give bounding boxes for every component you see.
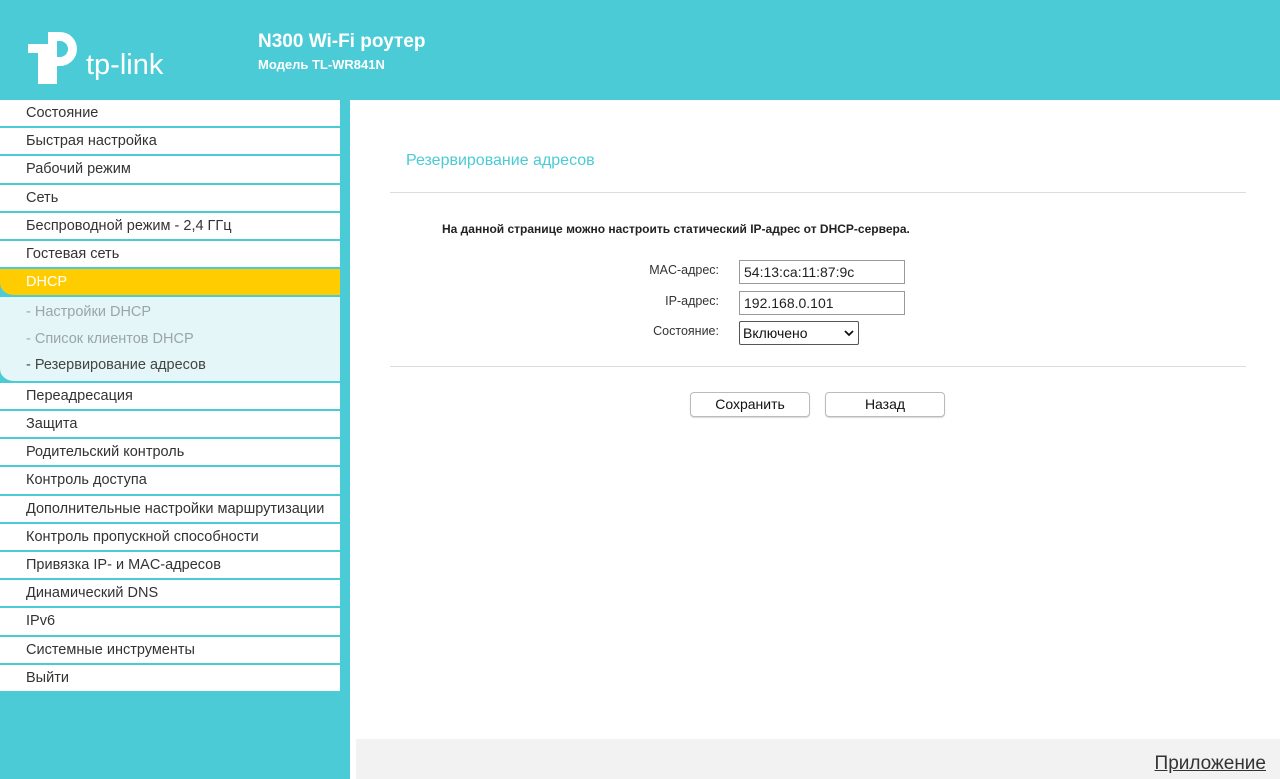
header: tp-link N300 Wi-Fi роутер Модель TL-WR84… — [0, 0, 1280, 100]
page-title: Резервирование адресов — [406, 152, 595, 169]
sidebar-item-bandwidth-control[interactable]: Контроль пропускной способности — [0, 523, 340, 552]
save-button[interactable]: Сохранить — [690, 392, 810, 417]
mac-label: MAC-адрес: — [649, 263, 719, 277]
sidebar-item-parental-control[interactable]: Родительский контроль — [0, 439, 340, 468]
divider — [390, 366, 1246, 367]
sidebar-item-ddns[interactable]: Динамический DNS — [0, 580, 340, 609]
status-select-value: Включено — [743, 325, 808, 341]
sidebar: Состояние Быстрая настройка Рабочий режи… — [0, 100, 350, 779]
sidebar-item-wireless[interactable]: Беспроводной режим - 2,4 ГГц — [0, 212, 340, 241]
main-content: Резервирование адресов На данной страниц… — [350, 100, 1280, 779]
sidebar-item-network[interactable]: Сеть — [0, 184, 340, 213]
dhcp-submenu: - Настройки DHCP - Список клиентов DHCP … — [0, 297, 340, 383]
status-label: Состояние: — [653, 324, 719, 338]
sidebar-item-system-tools[interactable]: Системные инструменты — [0, 636, 340, 665]
sidebar-item-security[interactable]: Защита — [0, 411, 340, 440]
sidebar-item-guest-network[interactable]: Гостевая сеть — [0, 240, 340, 270]
sidebar-item-access-control[interactable]: Контроль доступа — [0, 467, 340, 496]
status-select[interactable]: Включено — [739, 321, 859, 345]
sidebar-menu: Состояние Быстрая настройка Рабочий режи… — [0, 100, 340, 693]
sidebar-item-advanced-routing[interactable]: Дополнительные настройки маршрутизации — [0, 495, 340, 524]
sidebar-item-logout[interactable]: Выйти — [0, 664, 340, 693]
sidebar-subitem-address-reservation[interactable]: - Резервирование адресов — [0, 352, 340, 379]
logo-text: tp-link — [86, 49, 164, 81]
sidebar-item-operation-mode[interactable]: Рабочий режим — [0, 156, 340, 185]
sidebar-item-ipv6[interactable]: IPv6 — [0, 608, 340, 637]
app-link[interactable]: Приложение — [1155, 753, 1266, 775]
sidebar-item-ip-mac-binding[interactable]: Привязка IP- и MAC-адресов — [0, 551, 340, 581]
tp-link-logo: tp-link — [24, 28, 184, 88]
sidebar-item-status[interactable]: Состояние — [0, 100, 340, 129]
sidebar-item-dhcp[interactable]: DHCP — [0, 269, 340, 298]
chevron-down-icon — [844, 330, 854, 337]
page-description: На данной странице можно настроить стати… — [442, 222, 910, 236]
ip-address-input[interactable] — [739, 291, 905, 315]
sidebar-subitem-dhcp-clients[interactable]: - Список клиентов DHCP — [0, 326, 340, 353]
sidebar-item-forwarding[interactable]: Переадресация — [0, 382, 340, 411]
mac-address-input[interactable] — [739, 260, 905, 284]
footer: Приложение — [356, 739, 1280, 779]
back-button[interactable]: Назад — [825, 392, 945, 417]
model-subtitle: Модель TL-WR841N — [258, 57, 385, 72]
sidebar-item-quick-setup[interactable]: Быстрая настройка — [0, 128, 340, 157]
divider — [390, 192, 1246, 193]
ip-label: IP-адрес: — [665, 294, 719, 308]
model-title: N300 Wi-Fi роутер — [258, 31, 426, 52]
sidebar-subitem-dhcp-settings[interactable]: - Настройки DHCP — [0, 299, 340, 326]
